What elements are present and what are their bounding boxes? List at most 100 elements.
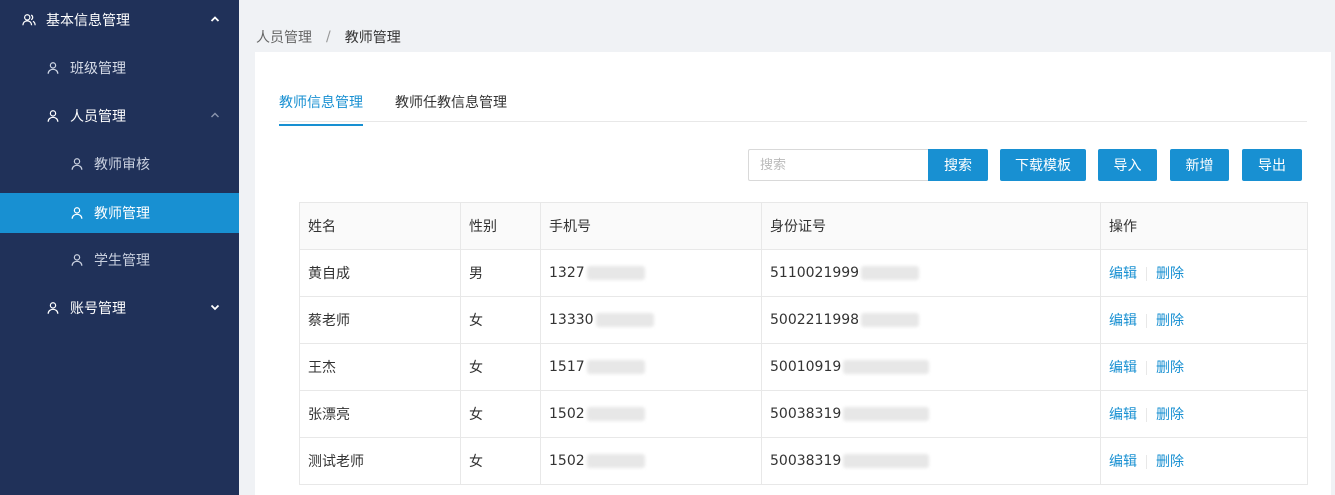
column-header-id-card: 身份证号 bbox=[761, 202, 1101, 250]
cell-name: 测试老师 bbox=[299, 437, 461, 485]
cell-phone: 1517 bbox=[540, 343, 762, 391]
phone-text: 1502 bbox=[549, 453, 585, 469]
sidebar-item-account[interactable]: 账号管理 bbox=[0, 288, 239, 328]
phone-text: 1517 bbox=[549, 359, 585, 375]
cell-actions: 编辑 删除 bbox=[1100, 437, 1308, 485]
table-header-row: 姓名 性别 手机号 身份证号 操作 bbox=[299, 202, 1308, 250]
phone-text: 13330 bbox=[549, 312, 594, 328]
sidebar-item-class[interactable]: 班级管理 bbox=[0, 48, 239, 88]
cell-id-card: 50038319 bbox=[761, 437, 1101, 485]
add-button[interactable]: 新增 bbox=[1170, 149, 1229, 181]
main-panel: 教师信息管理 教师任教信息管理 搜索 下载模板 导入 新增 导出 姓名 性别 手… bbox=[255, 52, 1331, 495]
redacted-mask bbox=[586, 407, 645, 421]
column-header-actions: 操作 bbox=[1100, 202, 1308, 250]
cell-id-card: 50038319 bbox=[761, 390, 1101, 438]
user-group-icon bbox=[22, 13, 36, 27]
cell-phone: 1502 bbox=[540, 390, 762, 438]
cell-gender: 女 bbox=[460, 437, 541, 485]
id-card-text: 5110021999 bbox=[770, 265, 860, 281]
edit-link[interactable]: 编辑 bbox=[1109, 454, 1137, 470]
cell-name: 黄自成 bbox=[299, 249, 461, 297]
edit-link[interactable]: 编辑 bbox=[1109, 313, 1137, 329]
table-row: 蔡老师 女 13330 5002211998 编辑 删除 bbox=[299, 296, 1308, 344]
cell-id-card: 5110021999 bbox=[761, 249, 1101, 297]
download-template-button[interactable]: 下载模板 bbox=[1000, 149, 1086, 181]
chevron-down-icon bbox=[209, 301, 221, 313]
cell-id-card: 5002211998 bbox=[761, 296, 1101, 344]
sidebar-item-basic-info[interactable]: 基本信息管理 bbox=[0, 0, 239, 40]
cell-name: 王杰 bbox=[299, 343, 461, 391]
redacted-mask bbox=[586, 454, 645, 468]
column-header-name: 姓名 bbox=[299, 202, 461, 250]
delete-link[interactable]: 删除 bbox=[1156, 407, 1184, 423]
column-header-gender: 性别 bbox=[460, 202, 541, 250]
user-icon bbox=[46, 61, 60, 75]
action-divider bbox=[1146, 361, 1147, 375]
table-row: 王杰 女 1517 50010919 编辑 删除 bbox=[299, 343, 1308, 391]
phone-text: 1502 bbox=[549, 406, 585, 422]
delete-link[interactable]: 删除 bbox=[1156, 313, 1184, 329]
breadcrumb: 人员管理 / 教师管理 bbox=[256, 27, 401, 47]
redacted-mask bbox=[586, 266, 645, 280]
user-icon bbox=[70, 206, 84, 220]
cell-actions: 编辑 删除 bbox=[1100, 343, 1308, 391]
edit-link[interactable]: 编辑 bbox=[1109, 266, 1137, 282]
action-divider bbox=[1146, 408, 1147, 422]
user-icon bbox=[70, 253, 84, 267]
import-button[interactable]: 导入 bbox=[1098, 149, 1157, 181]
id-card-text: 50038319 bbox=[770, 453, 842, 469]
action-divider bbox=[1146, 267, 1147, 281]
breadcrumb-current: 教师管理 bbox=[344, 30, 401, 46]
redacted-mask bbox=[843, 407, 930, 421]
sidebar-item-label: 账号管理 bbox=[70, 301, 126, 317]
breadcrumb-separator: / bbox=[326, 29, 331, 45]
sidebar-item-label: 学生管理 bbox=[94, 253, 150, 269]
cell-gender: 女 bbox=[460, 296, 541, 344]
sidebar-item-label: 教师审核 bbox=[94, 157, 150, 173]
sidebar-item-teacher-management[interactable]: 教师管理 bbox=[0, 193, 239, 233]
delete-link[interactable]: 删除 bbox=[1156, 360, 1184, 376]
cell-name: 蔡老师 bbox=[299, 296, 461, 344]
sidebar-item-teacher-review[interactable]: 教师审核 bbox=[0, 144, 239, 184]
redacted-mask bbox=[595, 313, 654, 327]
cell-actions: 编辑 删除 bbox=[1100, 249, 1308, 297]
search-button[interactable]: 搜索 bbox=[928, 149, 988, 181]
teacher-table: 姓名 性别 手机号 身份证号 操作 黄自成 男 1327 5110021999 … bbox=[299, 202, 1308, 485]
tab-teaching-info[interactable]: 教师任教信息管理 bbox=[395, 92, 507, 124]
breadcrumb-parent[interactable]: 人员管理 bbox=[256, 27, 312, 47]
delete-link[interactable]: 删除 bbox=[1156, 454, 1184, 470]
tab-teacher-info[interactable]: 教师信息管理 bbox=[279, 92, 363, 126]
sidebar-item-label: 教师管理 bbox=[94, 206, 150, 222]
redacted-mask bbox=[861, 266, 920, 280]
chevron-up-icon bbox=[209, 13, 221, 25]
table-row: 测试老师 女 1502 50038319 编辑 删除 bbox=[299, 437, 1308, 485]
cell-gender: 男 bbox=[460, 249, 541, 297]
redacted-mask bbox=[861, 313, 920, 327]
cell-actions: 编辑 删除 bbox=[1100, 390, 1308, 438]
cell-name: 张漂亮 bbox=[299, 390, 461, 438]
id-card-text: 5002211998 bbox=[770, 312, 860, 328]
edit-link[interactable]: 编辑 bbox=[1109, 407, 1137, 423]
sidebar-item-personnel[interactable]: 人员管理 bbox=[0, 96, 239, 136]
cell-actions: 编辑 删除 bbox=[1100, 296, 1308, 344]
table-row: 张漂亮 女 1502 50038319 编辑 删除 bbox=[299, 390, 1308, 438]
action-divider bbox=[1146, 314, 1147, 328]
redacted-mask bbox=[843, 454, 930, 468]
delete-link[interactable]: 删除 bbox=[1156, 266, 1184, 282]
sidebar-item-label: 基本信息管理 bbox=[46, 13, 130, 29]
edit-link[interactable]: 编辑 bbox=[1109, 360, 1137, 376]
cell-phone: 1502 bbox=[540, 437, 762, 485]
redacted-mask bbox=[586, 360, 645, 374]
user-icon bbox=[70, 157, 84, 171]
cell-phone: 1327 bbox=[540, 249, 762, 297]
phone-text: 1327 bbox=[549, 265, 585, 281]
user-icon bbox=[46, 301, 60, 315]
sidebar-item-student-management[interactable]: 学生管理 bbox=[0, 240, 239, 280]
export-button[interactable]: 导出 bbox=[1242, 149, 1302, 181]
sidebar-item-label: 人员管理 bbox=[70, 109, 126, 125]
id-card-text: 50038319 bbox=[770, 406, 842, 422]
cell-gender: 女 bbox=[460, 343, 541, 391]
chevron-up-icon bbox=[209, 109, 221, 121]
cell-id-card: 50010919 bbox=[761, 343, 1101, 391]
search-input[interactable] bbox=[748, 149, 928, 181]
